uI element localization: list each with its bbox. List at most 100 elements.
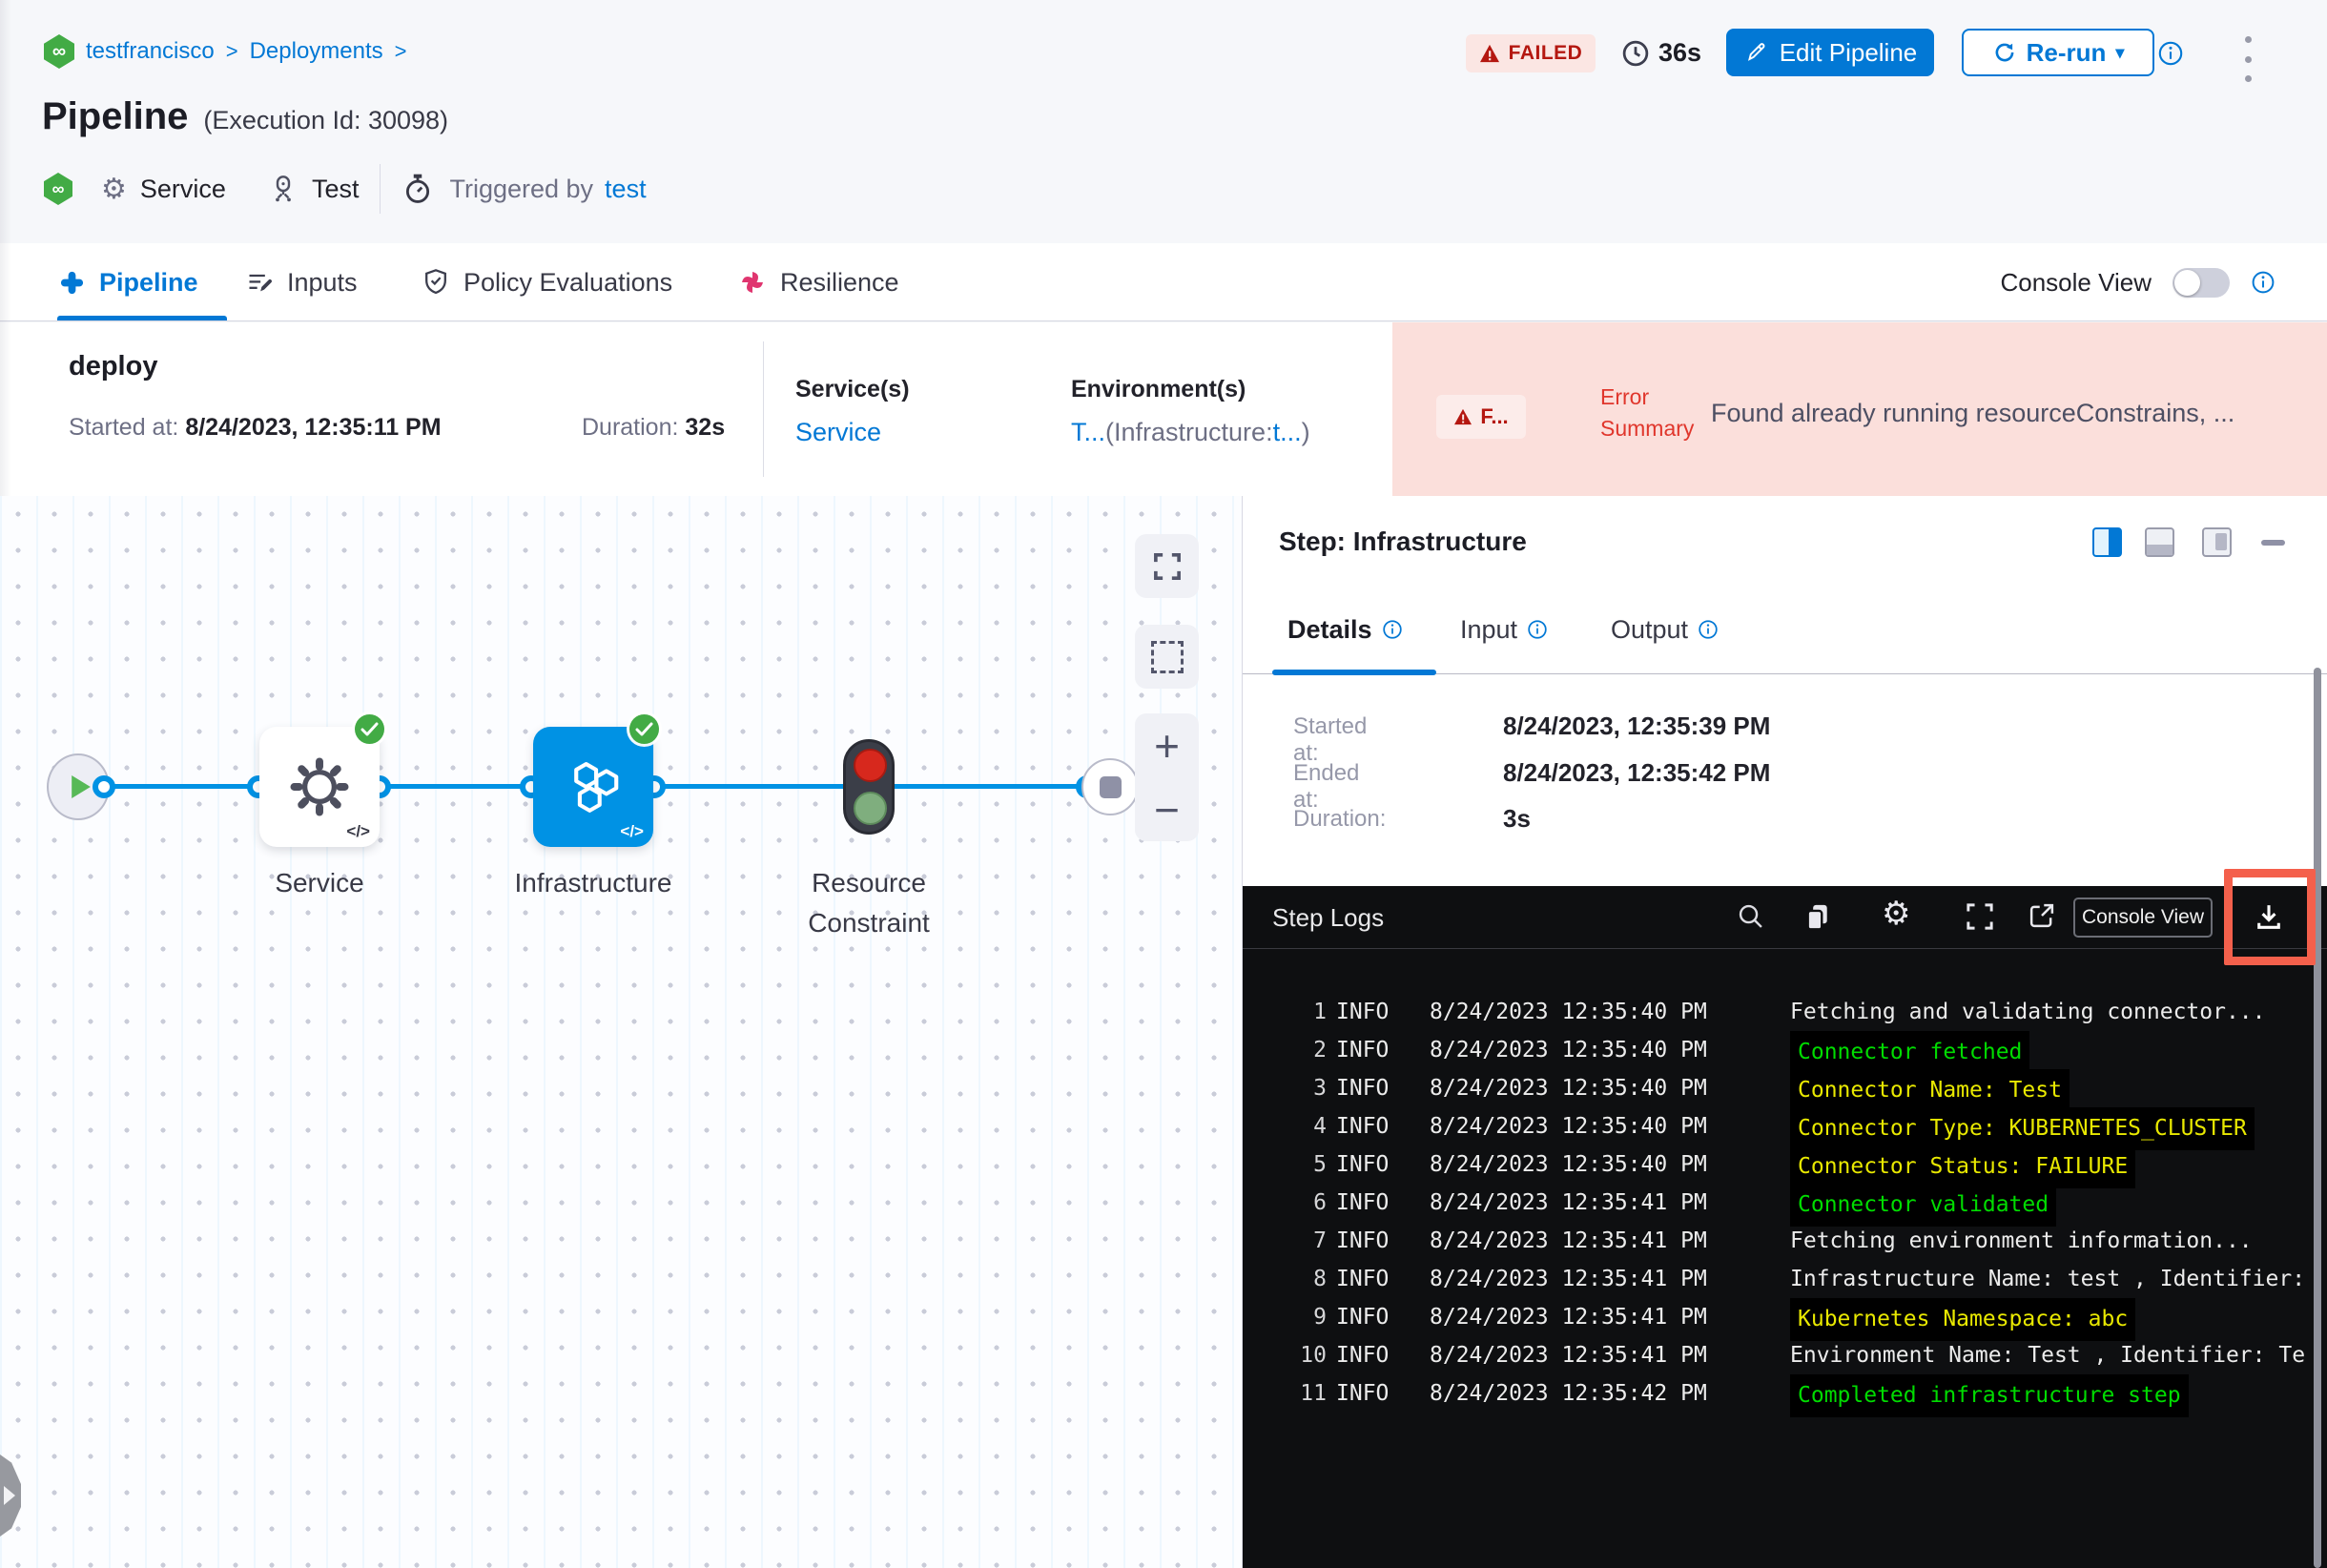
divider: [763, 341, 764, 477]
services-value: Service: [795, 418, 881, 447]
infrastructure-link[interactable]: t...: [1273, 418, 1302, 446]
service-link[interactable]: Service: [795, 418, 881, 446]
output-info-icon: [1699, 620, 1718, 639]
zoom-in-button[interactable]: +: [1154, 724, 1180, 768]
environments-label: Environment(s): [1071, 376, 1246, 402]
traffic-light-green: [854, 792, 887, 825]
environment-infra-text: (Infrastructure:: [1105, 418, 1273, 446]
log-line: 7 INFO 8/24/2023 12:35:41 PM Fetching en…: [1243, 1222, 2327, 1260]
node-label-resource: Resource: [812, 868, 926, 897]
error-status-badge: F...: [1436, 395, 1526, 439]
edge-start-service: [104, 784, 258, 789]
log-line: 5 INFO 8/24/2023 12:35:40 PM Connector S…: [1243, 1145, 2327, 1188]
rerun-button[interactable]: Re-run ▾: [1962, 29, 2154, 76]
log-line: 2 INFO 8/24/2023 12:35:40 PM Connector f…: [1243, 1031, 2327, 1074]
header-actions: FAILED 36s Edit Pipeline Re-run ▾: [0, 0, 2327, 105]
minimize-panel-icon[interactable]: [2261, 540, 2285, 546]
tab-details[interactable]: Details: [1287, 601, 1403, 658]
triggered-by-user-link[interactable]: test: [605, 175, 647, 204]
rerun-info-icon[interactable]: [2157, 40, 2184, 67]
error-summary-label: Error Summary: [1600, 384, 1695, 441]
edge-service-infrastructure: [380, 784, 531, 789]
tab-policy-evaluations[interactable]: Policy Evaluations: [422, 243, 672, 321]
download-logs-icon[interactable]: [2252, 900, 2286, 935]
console-view-control: Console View: [2000, 243, 2276, 321]
hexagons-icon: [560, 753, 627, 820]
duration-label: Duration:: [582, 414, 679, 441]
pipeline-meta-row: ∞ ⚙ Service Test Triggered by test: [44, 164, 647, 214]
edit-pipeline-button[interactable]: Edit Pipeline: [1726, 29, 1934, 76]
log-level: INFO: [1336, 1152, 1390, 1177]
edge-port: [93, 775, 115, 798]
input-info-icon: [1528, 620, 1547, 639]
step-details-panel: Step: Infrastructure Details Input Outpu…: [1242, 496, 2327, 1568]
layout-right-pane-icon[interactable]: [2092, 527, 2122, 557]
detail-started-label: Started at:: [1293, 713, 1368, 766]
console-view-label: Console View: [2000, 267, 2152, 297]
log-timestamp: 8/24/2023 12:35:41 PM: [1430, 1267, 1707, 1291]
log-message: Environment Name: Test , Identifier: Te: [1790, 1343, 2306, 1368]
log-line: 8 INFO 8/24/2023 12:35:41 PM Infrastruct…: [1243, 1260, 2327, 1298]
tab-inputs[interactable]: Inputs: [246, 243, 358, 321]
canvas-select-button[interactable]: [1135, 625, 1199, 689]
service-step-node[interactable]: </>: [259, 727, 380, 847]
traffic-light-red: [854, 749, 887, 782]
log-level: INFO: [1336, 1076, 1390, 1101]
tab-output[interactable]: Output: [1611, 601, 1719, 658]
toggle-knob: [2174, 269, 2200, 296]
edge-constraint-end: [895, 784, 1081, 789]
log-line: 6 INFO 8/24/2023 12:35:41 PM Connector v…: [1243, 1184, 2327, 1227]
logs-console-view-button[interactable]: Console View: [2073, 897, 2213, 938]
console-view-info-icon[interactable]: [2251, 270, 2276, 295]
log-timestamp: 8/24/2023 12:35:40 PM: [1430, 1038, 1707, 1063]
divider: [380, 164, 381, 214]
log-line: 10 INFO 8/24/2023 12:35:41 PM Environmen…: [1243, 1336, 2327, 1374]
status-text: FAILED: [1508, 42, 1583, 64]
step-logs-title: Step Logs: [1272, 903, 1385, 932]
fullscreen-icon[interactable]: [1964, 900, 1996, 933]
log-message: Fetching environment information...: [1790, 1228, 2253, 1253]
zoom-out-button[interactable]: −: [1154, 788, 1180, 832]
log-timestamp: 8/24/2023 12:35:40 PM: [1430, 1114, 1707, 1139]
settings-gear-icon[interactable]: ⚙: [1882, 897, 1910, 930]
log-message: Completed infrastructure step: [1790, 1374, 2189, 1417]
log-message: Connector Type: KUBERNETES_CLUSTER: [1790, 1107, 2255, 1150]
console-view-toggle[interactable]: [2173, 267, 2230, 298]
panel-scrollbar[interactable]: [2314, 668, 2321, 1568]
tab-resilience[interactable]: Resilience: [739, 243, 899, 321]
resource-constraint-node[interactable]: [843, 739, 895, 835]
elapsed-time: 36s: [1621, 38, 1701, 68]
layout-floating-pane-icon[interactable]: [2202, 527, 2232, 557]
log-message: Connector fetched: [1790, 1031, 2030, 1074]
log-line-number: 10: [1300, 1343, 1327, 1368]
gear-icon: ⚙: [101, 172, 127, 206]
open-external-icon[interactable]: [2027, 900, 2057, 931]
step-detail-tabs: Details Input Output: [1243, 601, 2327, 675]
tab-input[interactable]: Input: [1460, 601, 1548, 658]
infrastructure-step-node[interactable]: </>: [533, 727, 653, 847]
pipeline-end-node[interactable]: [1081, 758, 1139, 815]
copy-icon[interactable]: [1802, 900, 1834, 933]
status-badge: FAILED: [1466, 34, 1596, 72]
more-options-menu[interactable]: [2239, 34, 2256, 84]
active-detail-tab-underline: [1272, 670, 1436, 675]
detail-duration-label: Duration:: [1293, 806, 1387, 832]
service-success-badge: [355, 714, 384, 744]
log-timestamp: 8/24/2023 12:35:41 PM: [1430, 1305, 1707, 1330]
step-logs-header: Step Logs ⚙ Console View: [1243, 886, 2327, 949]
log-timestamp: 8/24/2023 12:35:40 PM: [1430, 1000, 1707, 1024]
search-icon[interactable]: [1735, 900, 1767, 933]
environment-name: Test: [311, 174, 360, 203]
environment-icon: [268, 174, 299, 204]
node-label-infrastructure: Infrastructure: [514, 868, 672, 897]
environment-link[interactable]: T...: [1071, 418, 1105, 446]
pipeline-graph-canvas[interactable]: </> </> Service Infrastructure Resource …: [0, 496, 1242, 1568]
tab-input-label: Input: [1460, 614, 1518, 644]
layout-bottom-pane-icon[interactable]: [2145, 527, 2174, 557]
tab-pipeline[interactable]: Pipeline: [59, 243, 198, 321]
canvas-fullscreen-button[interactable]: [1135, 534, 1199, 598]
log-line: 1 INFO 8/24/2023 12:35:40 PM Fetching an…: [1243, 993, 2327, 1031]
expand-sidebar-chevron[interactable]: [0, 1455, 21, 1537]
log-timestamp: 8/24/2023 12:35:42 PM: [1430, 1381, 1707, 1406]
started-label: Started at:: [69, 414, 179, 441]
